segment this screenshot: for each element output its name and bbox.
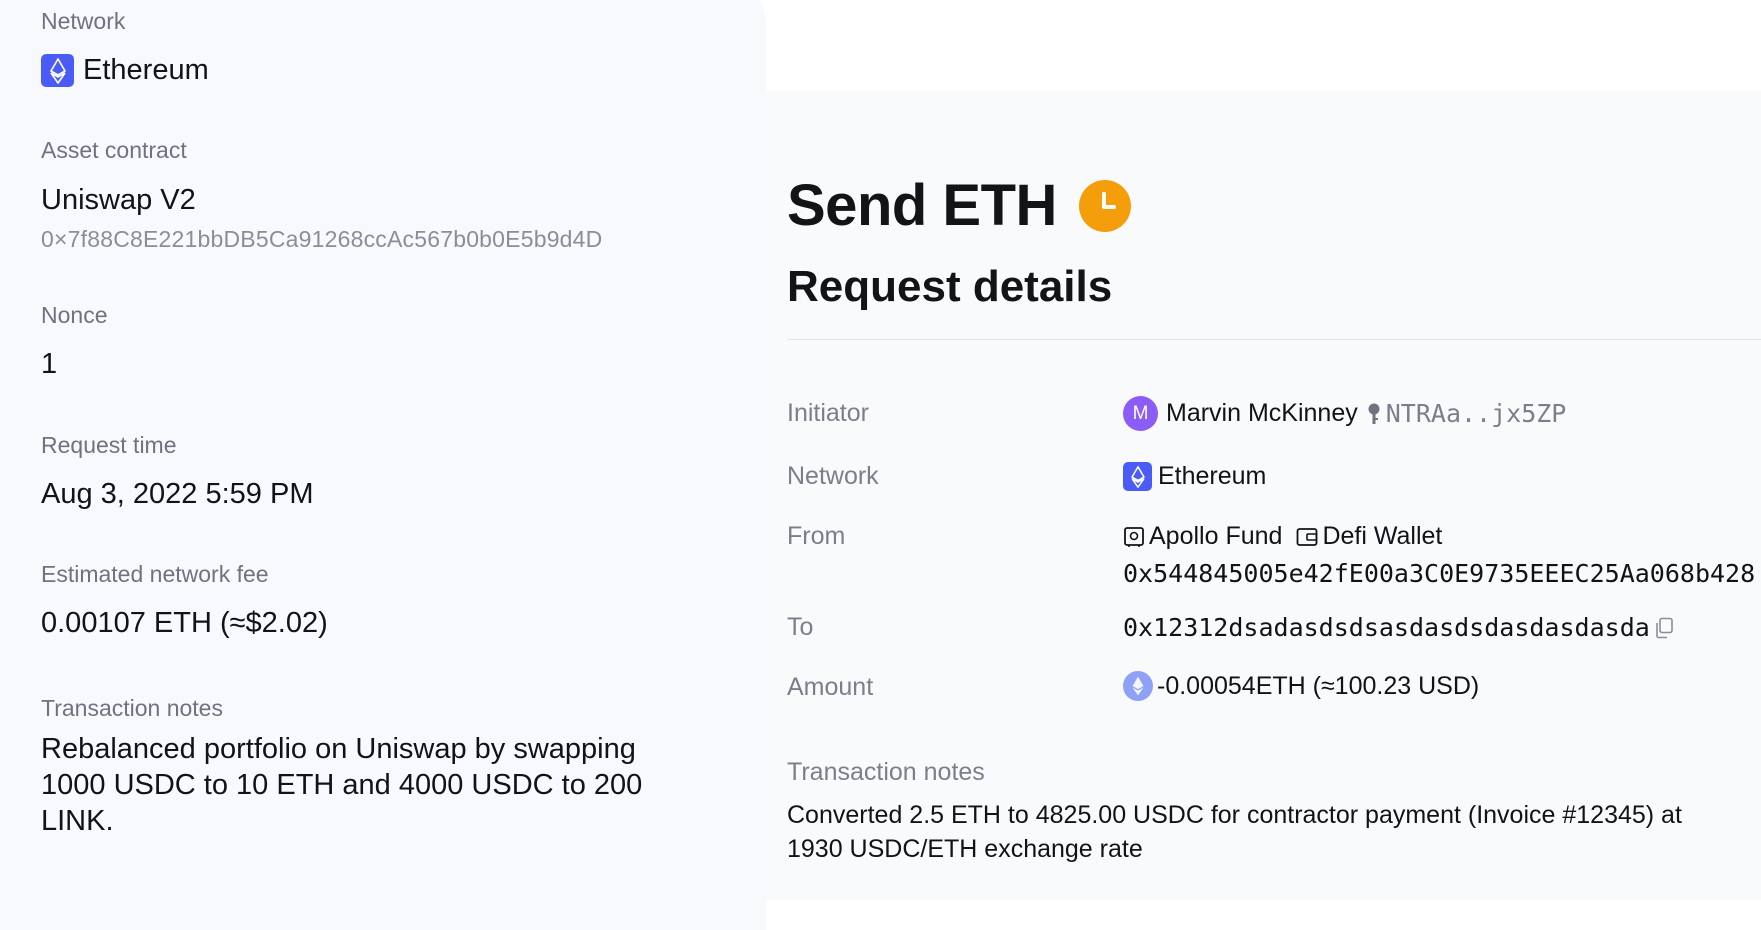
ethereum-icon xyxy=(41,54,74,87)
page-title: Send ETH xyxy=(787,173,1057,238)
amount-label: Amount xyxy=(787,673,874,701)
asset-contract-name: Uniswap V2 xyxy=(41,184,196,216)
request-time-label: Request time xyxy=(41,432,177,458)
copy-icon[interactable] xyxy=(1654,617,1674,639)
nonce-label: Nonce xyxy=(41,302,108,328)
ethereum-icon xyxy=(1123,462,1152,491)
notes-value: Converted 2.5 ETH to 4825.00 USDC for co… xyxy=(787,801,1682,863)
asset-contract-label: Asset contract xyxy=(41,137,187,163)
wallet-icon xyxy=(1296,527,1318,547)
to-label: To xyxy=(787,613,814,641)
transaction-notes-label: Transaction notes xyxy=(41,695,223,721)
divider xyxy=(787,339,1761,340)
ethereum-icon xyxy=(1123,671,1153,701)
network-row-label: Network xyxy=(787,462,879,490)
to-address: 0x12312dsadasdsdsasdasdsdasdasdasda xyxy=(1123,613,1650,642)
from-address: 0x544845005e42fE00a3C0E9735EEEC25Aa068b4… xyxy=(1123,559,1756,588)
avatar: M xyxy=(1123,396,1158,431)
network-label: Network xyxy=(41,8,126,34)
from-vault: Apollo Fund xyxy=(1149,522,1283,550)
network-value: Ethereum xyxy=(41,54,209,87)
initiator-label: Initiator xyxy=(787,399,869,427)
from-label: From xyxy=(787,522,846,550)
request-time-value: Aug 3, 2022 5:59 PM xyxy=(41,478,314,510)
initiator-name: Marvin McKinney xyxy=(1166,399,1358,427)
transaction-notes-value: Rebalanced portfolio on Uniswap by swapp… xyxy=(41,733,643,837)
initiator-key: NTRAa..jx5ZP xyxy=(1385,399,1567,428)
initiator-value: M Marvin McKinney NTRAa..jx5ZP xyxy=(1123,396,1566,431)
to-value: 0x12312dsadasdsdsasdasdsdasdasdasda xyxy=(1123,613,1674,642)
amount-value: -0.00054ETH (≈100.23 USD) xyxy=(1123,671,1479,701)
asset-contract-address: 0×7f88C8E221bbDB5Ca91268ccAc567b0b0E5b9d… xyxy=(41,226,603,252)
from-value: Apollo Fund Defi Wallet xyxy=(1123,522,1442,551)
key-icon xyxy=(1366,402,1382,426)
section-title: Request details xyxy=(787,262,1113,311)
network-fee-value: 0.00107 ETH (≈$2.02) xyxy=(41,607,328,639)
notes-label: Transaction notes xyxy=(787,758,985,786)
from-wallet: Defi Wallet xyxy=(1322,522,1443,550)
page-header: Send ETH xyxy=(787,172,1131,239)
nonce-value: 1 xyxy=(41,348,58,380)
clock-icon xyxy=(1078,179,1131,232)
network-row-value: Ethereum xyxy=(1123,462,1266,491)
vault-icon xyxy=(1123,526,1145,548)
network-fee-label: Estimated network fee xyxy=(41,561,269,587)
